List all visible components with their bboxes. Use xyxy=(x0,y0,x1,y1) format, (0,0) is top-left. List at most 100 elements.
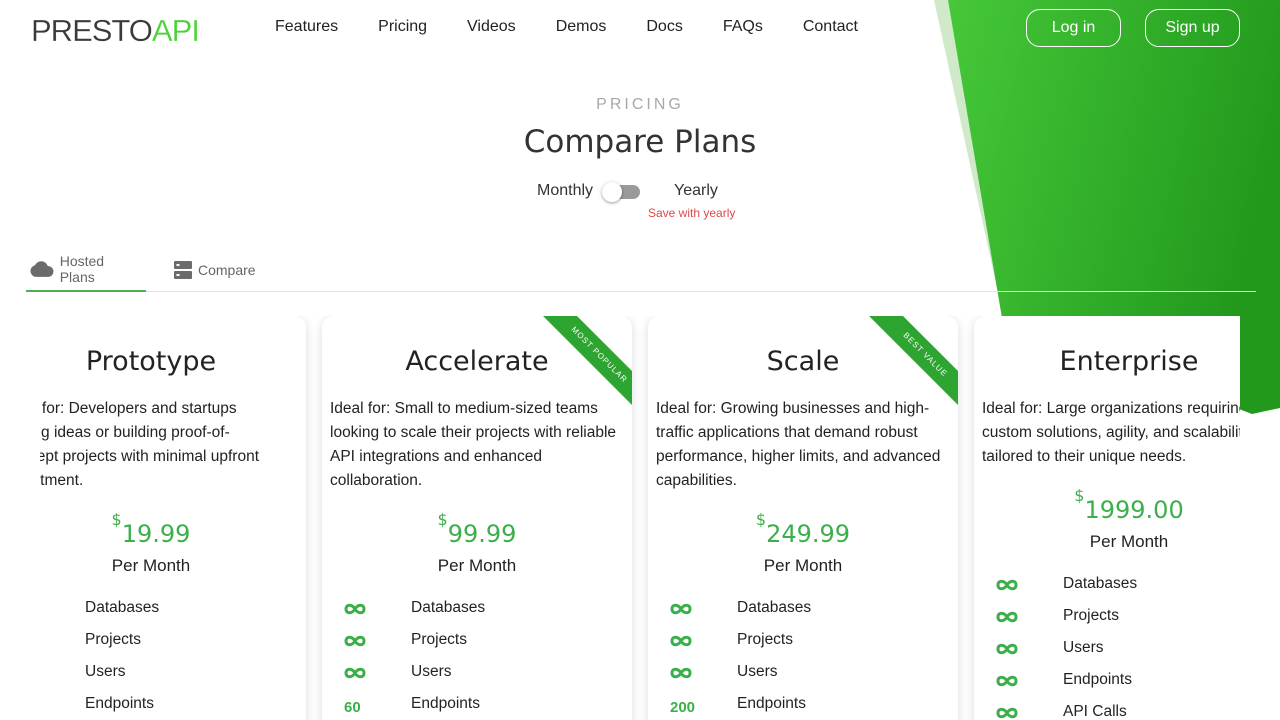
plan-price: $1999.00 xyxy=(974,486,1240,524)
feature-name: Projects xyxy=(737,631,793,648)
price-value: 99.99 xyxy=(447,520,517,548)
page-title: Compare Plans xyxy=(523,124,757,160)
ribbon-label: MOST POPULAR xyxy=(538,316,632,410)
nav-videos[interactable]: Videos xyxy=(467,18,516,36)
feature-name: Users xyxy=(737,663,778,680)
plan-description: Ideal for: Growing businesses and high-t… xyxy=(656,400,941,489)
infinity-icon xyxy=(344,667,366,679)
feature-name: Endpoints xyxy=(737,695,806,712)
nav-contact[interactable]: Contact xyxy=(803,18,858,36)
feature-name: Endpoints xyxy=(85,695,154,712)
plan-price: $99.99 xyxy=(322,510,632,548)
feature-row: 60 Endpoints xyxy=(322,695,632,718)
infinity-icon xyxy=(996,611,1018,623)
plan-card-prototype: Prototype Ideal for: Developers and star… xyxy=(40,316,306,720)
currency-symbol: $ xyxy=(437,510,448,529)
plan-name: Prototype xyxy=(85,346,217,377)
feature-name: Projects xyxy=(85,631,141,648)
feature-row: Users xyxy=(648,663,958,686)
feature-name: Databases xyxy=(737,599,812,616)
pricing-cards: Prototype Ideal for: Developers and star… xyxy=(40,316,1240,720)
feature-name: API Calls xyxy=(1063,703,1127,720)
signup-button[interactable]: Sign up xyxy=(1145,9,1240,47)
presto-api-logo[interactable]: PRESTOAPI xyxy=(31,13,200,49)
feature-row: Endpoints xyxy=(40,695,306,718)
infinity-icon xyxy=(996,579,1018,591)
feature-row: Databases xyxy=(40,599,306,622)
most-popular-ribbon: MOST POPULAR xyxy=(538,316,632,410)
logo-text-api: API xyxy=(151,13,200,48)
feature-row: Users xyxy=(322,663,632,686)
tab-compare[interactable]: Compare xyxy=(170,240,260,292)
feature-row: Projects xyxy=(974,607,1240,630)
feature-row: Databases xyxy=(974,575,1240,598)
plan-description-line: investment. xyxy=(40,472,84,489)
plan-price: $249.99 xyxy=(648,510,958,548)
feature-value: 200 xyxy=(670,699,696,716)
tab-hosted-plans-label: Hosted Plans xyxy=(59,253,105,285)
plan-description-line: Ideal for: Developers and startups xyxy=(40,400,237,417)
feature-row: Projects xyxy=(648,631,958,654)
plan-description: Ideal for: Developers and startups testi… xyxy=(40,397,304,493)
feature-name: Projects xyxy=(1063,607,1119,624)
plan-period: Per Month xyxy=(437,556,517,575)
main-nav: Features Pricing Videos Demos Docs FAQs … xyxy=(275,18,858,36)
logo-text-presto: PRESTO xyxy=(31,13,153,48)
currency-symbol: $ xyxy=(1074,486,1085,505)
plan-period: Per Month xyxy=(111,556,191,575)
ribbon-label: BEST VALUE xyxy=(864,316,958,410)
tab-hosted-plans[interactable]: Hosted Plans xyxy=(26,240,146,292)
nav-faqs[interactable]: FAQs xyxy=(723,18,763,36)
feature-row: API Calls xyxy=(974,703,1240,720)
plan-card-enterprise: Enterprise Ideal for: Large organization… xyxy=(974,316,1240,720)
feature-row: Users xyxy=(40,663,306,686)
server-icon xyxy=(174,261,192,279)
price-value: 19.99 xyxy=(121,520,191,548)
cloud-icon xyxy=(30,261,54,277)
feature-name: Databases xyxy=(85,599,160,616)
feature-name: Users xyxy=(411,663,452,680)
plan-description-line: concept projects with minimal upfront xyxy=(40,448,260,465)
infinity-icon xyxy=(996,643,1018,655)
plan-period: Per Month xyxy=(763,556,843,575)
price-value: 249.99 xyxy=(766,520,851,548)
nav-docs[interactable]: Docs xyxy=(646,18,682,36)
section-eyebrow: PRICING xyxy=(596,96,684,113)
yearly-label[interactable]: Yearly xyxy=(674,182,718,200)
infinity-icon xyxy=(344,635,366,647)
feature-row: Endpoints xyxy=(974,671,1240,694)
feature-row: Databases xyxy=(648,599,958,622)
plan-period: Per Month xyxy=(1089,532,1169,551)
plan-name: Enterprise xyxy=(1059,346,1199,377)
plan-description: Ideal for: Small to medium-sized teams l… xyxy=(330,400,617,489)
best-value-ribbon: BEST VALUE xyxy=(864,316,958,410)
nav-features[interactable]: Features xyxy=(275,18,338,36)
monthly-label[interactable]: Monthly xyxy=(537,182,593,200)
login-button[interactable]: Log in xyxy=(1026,9,1121,47)
infinity-icon xyxy=(996,707,1018,719)
plan-card-accelerate: Accelerate MOST POPULAR Ideal for: Small… xyxy=(322,316,632,720)
feature-value: 60 xyxy=(344,699,361,716)
feature-name: Users xyxy=(85,663,126,680)
toggle-knob[interactable] xyxy=(602,182,622,202)
currency-symbol: $ xyxy=(755,510,767,529)
plan-description: Ideal for: Large organizations requiring… xyxy=(982,400,1240,465)
feature-row: 200 Endpoints xyxy=(648,695,958,718)
billing-toggle-switch[interactable] xyxy=(602,182,640,202)
feature-row: Databases xyxy=(322,599,632,622)
infinity-icon xyxy=(344,603,366,615)
plan-description-line: testing ideas or building proof-of- xyxy=(40,424,230,441)
infinity-icon xyxy=(670,603,692,615)
feature-row: Users xyxy=(974,639,1240,662)
currency-symbol: $ xyxy=(111,510,122,529)
infinity-icon xyxy=(996,675,1018,687)
plan-price: $19.99 xyxy=(40,510,306,548)
tab-compare-label: Compare xyxy=(198,262,256,278)
nav-demos[interactable]: Demos xyxy=(556,18,607,36)
save-with-yearly-note: Save with yearly xyxy=(648,206,736,220)
feature-name: Databases xyxy=(411,599,486,616)
nav-pricing[interactable]: Pricing xyxy=(378,18,427,36)
price-value: 1999.00 xyxy=(1084,496,1184,524)
plan-tabs: Hosted Plans Compare xyxy=(26,248,1256,292)
feature-row: Projects xyxy=(322,631,632,654)
